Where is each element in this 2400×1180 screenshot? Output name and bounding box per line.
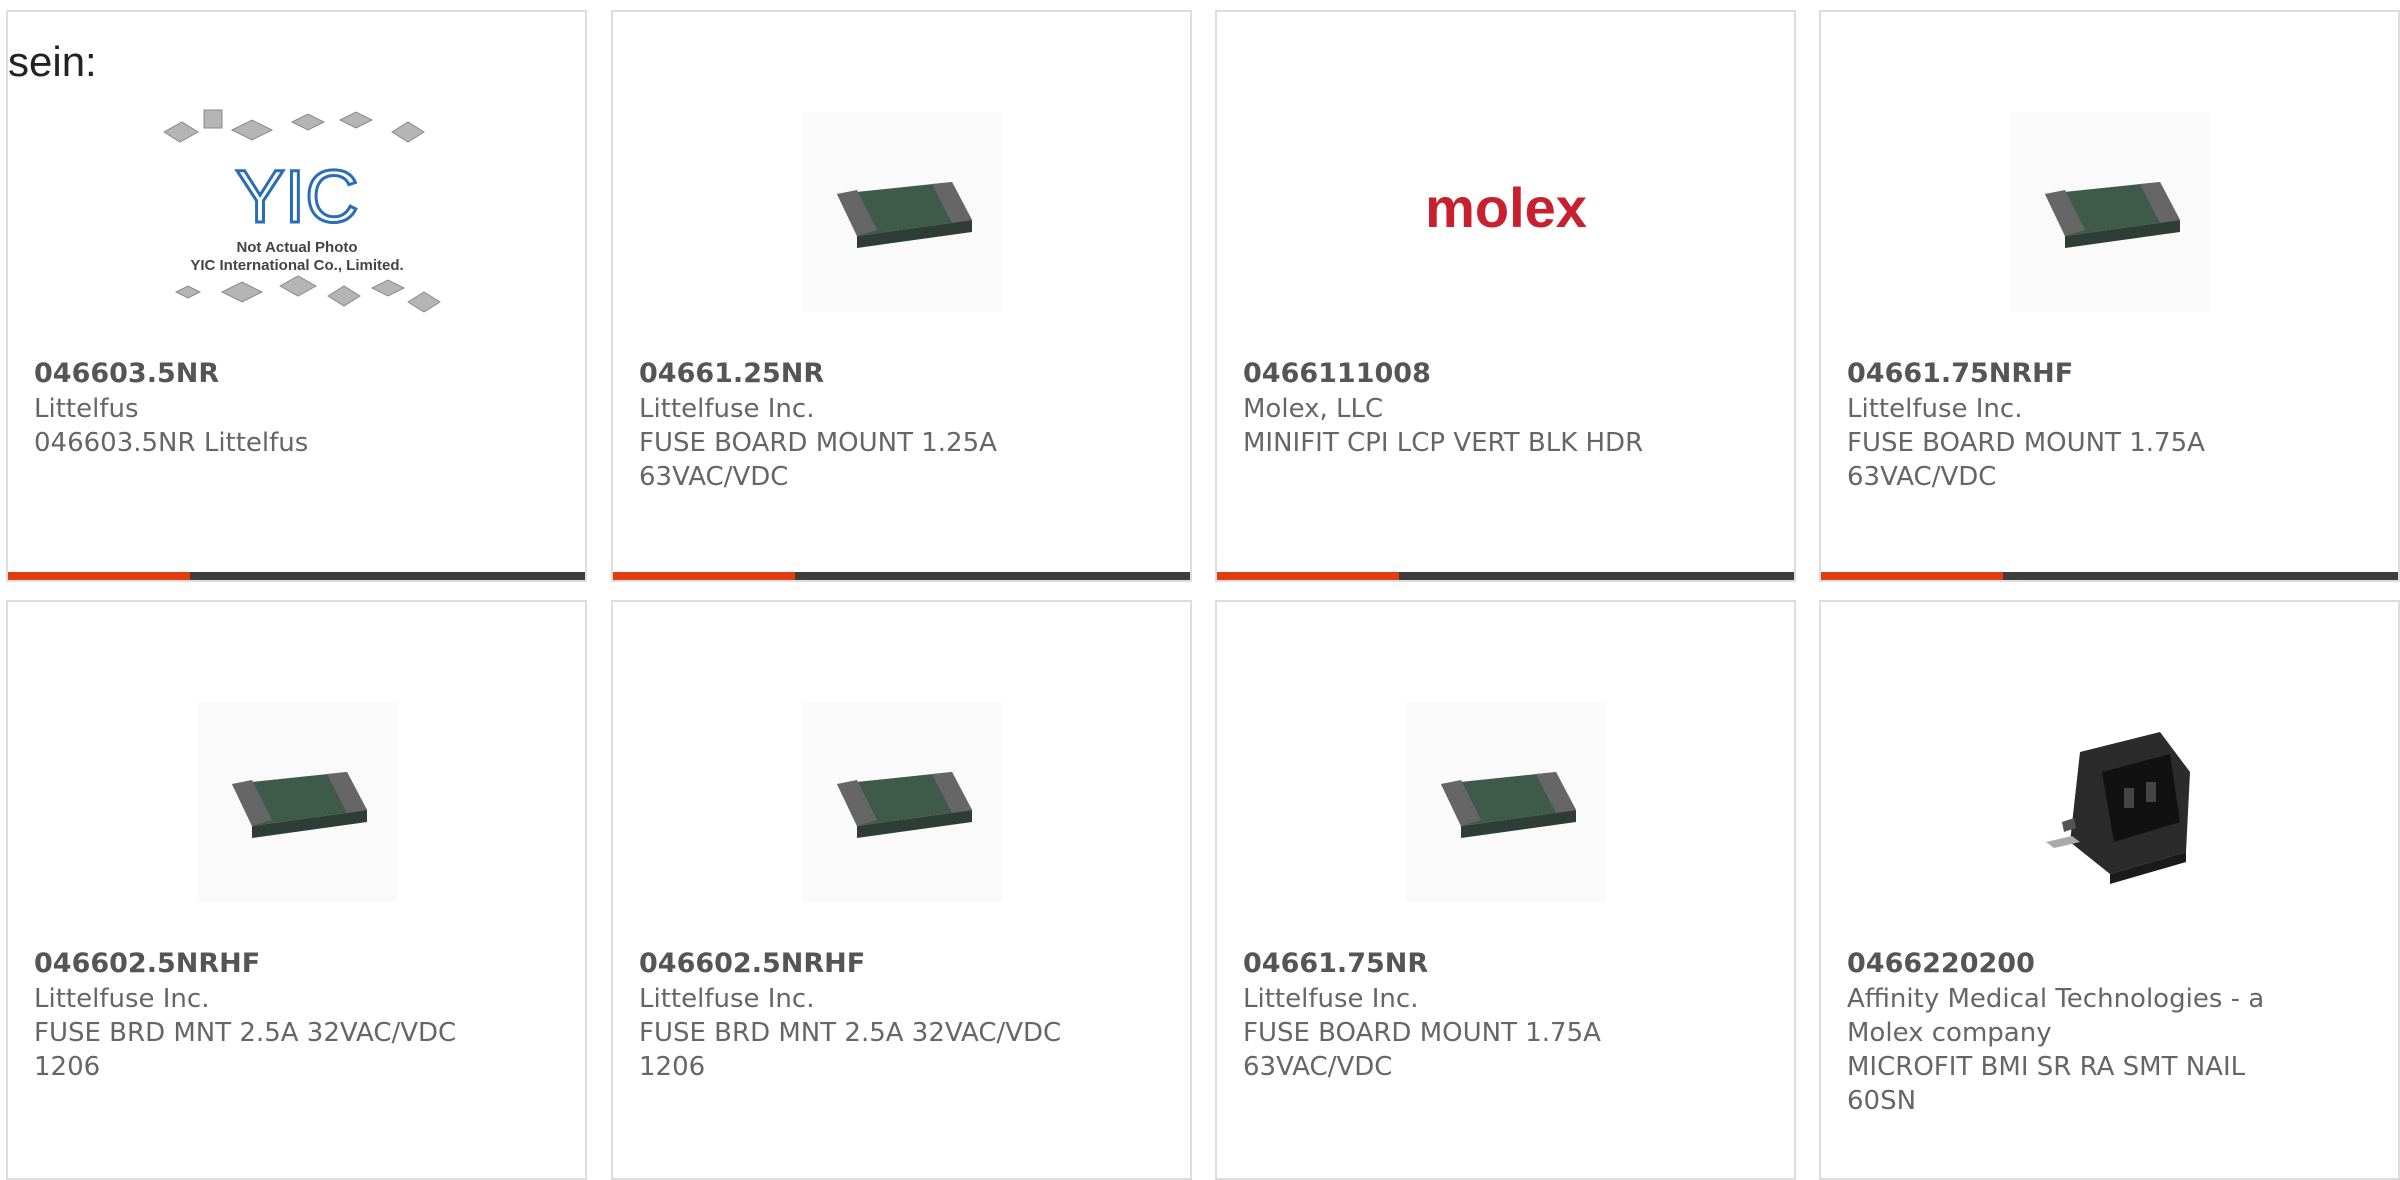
molex-logo-icon: molex: [1425, 176, 1587, 239]
card-bar: [613, 572, 1190, 580]
product-card[interactable]: YIC Not Actual Photo YIC International C…: [6, 10, 587, 582]
product-image: YIC Not Actual Photo YIC International C…: [10, 72, 583, 352]
smd-fuse-icon: [2009, 112, 2210, 312]
part-number[interactable]: 046603.5NR: [34, 358, 219, 389]
description: FUSE BOARD MOUNT 1.75A 63VAC/VDC: [1243, 1018, 1601, 1082]
part-number[interactable]: 0466220200: [1847, 948, 2035, 979]
product-card[interactable]: molex 0466111008 Molex, LLC MINIFIT CPI …: [1215, 10, 1796, 582]
description: FUSE BOARD MOUNT 1.25A 63VAC/VDC: [639, 428, 997, 492]
product-card[interactable]: 046602.5NRHF Littelfuse Inc. FUSE BRD MN…: [611, 600, 1192, 1180]
part-number[interactable]: 046602.5NRHF: [639, 948, 865, 979]
card-bar: [1821, 572, 2398, 580]
product-image: [615, 662, 1188, 942]
lead-text: sein:: [8, 38, 97, 85]
smd-fuse-icon: [1405, 702, 1606, 902]
part-number[interactable]: 04661.25NR: [639, 358, 824, 389]
part-number[interactable]: 04661.75NRHF: [1847, 358, 2073, 389]
product-card[interactable]: 04661.75NRHF Littelfuse Inc. FUSE BOARD …: [1819, 10, 2400, 582]
manufacturer: Affinity Medical Technologies - a Molex …: [1847, 984, 2265, 1048]
description: FUSE BRD MNT 2.5A 32VAC/VDC 1206: [34, 1018, 457, 1082]
product-image: [615, 72, 1188, 352]
smd-fuse-icon: [196, 702, 397, 902]
molex-logo-text: molex: [1425, 176, 1587, 239]
connector-icon: [2045, 732, 2190, 884]
product-image: [1823, 662, 2396, 942]
manufacturer: Littelfuse Inc.: [639, 984, 815, 1014]
placeholder-photo-icon: YIC Not Actual Photo YIC International C…: [162, 109, 441, 313]
description: MINIFIT CPI LCP VERT BLK HDR: [1243, 428, 1644, 458]
manufacturer: Littelfus: [34, 394, 139, 424]
description: FUSE BOARD MOUNT 1.75A 63VAC/VDC: [1847, 428, 2205, 492]
manufacturer: Littelfuse Inc.: [1243, 984, 1419, 1014]
product-card[interactable]: 0466220200 Affinity Medical Technologies…: [1819, 600, 2400, 1180]
placeholder-logo-text: YIC: [235, 155, 358, 238]
product-card[interactable]: 04661.75NR Littelfuse Inc. FUSE BOARD MO…: [1215, 600, 1796, 1180]
product-card[interactable]: 04661.25NR Littelfuse Inc. FUSE BOARD MO…: [611, 10, 1192, 582]
product-card[interactable]: 046602.5NRHF Littelfuse Inc. FUSE BRD MN…: [6, 600, 587, 1180]
manufacturer: Littelfuse Inc.: [639, 394, 815, 424]
placeholder-caption-1: Not Actual Photo: [236, 239, 357, 256]
product-image: molex: [1219, 72, 1792, 352]
product-image: [1219, 662, 1792, 942]
description: FUSE BRD MNT 2.5A 32VAC/VDC 1206: [639, 1018, 1062, 1082]
placeholder-caption-2: YIC International Co., Limited.: [190, 257, 403, 274]
part-number[interactable]: 04661.75NR: [1243, 948, 1428, 979]
description: MICROFIT BMI SR RA SMT NAIL 60SN: [1847, 1052, 2246, 1116]
card-bar: [8, 572, 585, 580]
manufacturer: Littelfuse Inc.: [34, 984, 210, 1014]
smd-fuse-icon: [801, 112, 1002, 312]
product-image: [1823, 72, 2396, 352]
part-number[interactable]: 0466111008: [1243, 358, 1431, 389]
part-number[interactable]: 046602.5NRHF: [34, 948, 260, 979]
card-bar: [1217, 572, 1794, 580]
product-grid: YIC Not Actual Photo YIC International C…: [0, 0, 2400, 1180]
manufacturer: Molex, LLC: [1243, 394, 1384, 424]
manufacturer: Littelfuse Inc.: [1847, 394, 2023, 424]
description: 046603.5NR Littelfus: [34, 428, 309, 458]
smd-fuse-icon: [801, 702, 1002, 902]
product-image: [10, 662, 583, 942]
